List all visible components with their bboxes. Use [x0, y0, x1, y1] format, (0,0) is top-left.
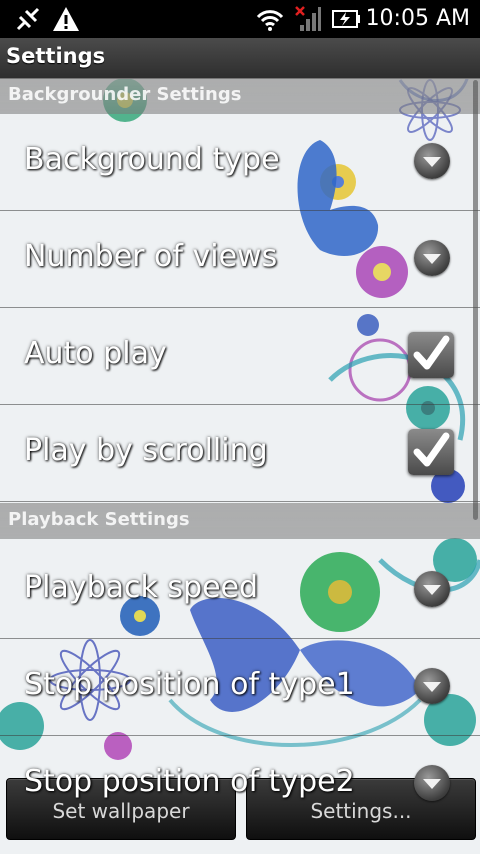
- checkmark-icon: [413, 335, 450, 370]
- setting-label: Stop position of type2: [24, 764, 355, 799]
- setting-number-of-views[interactable]: Number of views: [0, 211, 480, 308]
- scrollbar[interactable]: [473, 80, 478, 520]
- setting-auto-play[interactable]: Auto play: [0, 308, 480, 405]
- dropdown-arrow-icon[interactable]: [414, 765, 450, 801]
- clock: 10:05 AM: [365, 6, 470, 31]
- setting-label: Play by scrolling: [24, 433, 268, 468]
- dropdown-arrow-icon[interactable]: [414, 240, 450, 276]
- setting-label: Stop position of type1: [24, 667, 355, 702]
- wifi-icon: [256, 10, 284, 31]
- no-signal-icon: [295, 6, 321, 31]
- status-bar: 10:05 AM: [0, 0, 480, 38]
- dropdown-arrow-icon[interactable]: [414, 668, 450, 704]
- setting-label: Playback speed: [24, 570, 259, 605]
- dropdown-arrow-icon[interactable]: [414, 143, 450, 179]
- section-header-label: Backgrounder Settings: [8, 84, 242, 105]
- section-header-backgrounder: Backgrounder Settings: [0, 78, 480, 114]
- auto-play-checkbox[interactable]: [408, 332, 454, 378]
- section-header-label: Playback Settings: [8, 509, 190, 530]
- title-bar: Settings: [0, 38, 480, 79]
- setting-stop-position-type2[interactable]: Stop position of type2: [0, 736, 480, 832]
- play-by-scrolling-checkbox[interactable]: [408, 429, 454, 475]
- warning-icon: [53, 7, 79, 31]
- dropdown-arrow-icon[interactable]: [414, 571, 450, 607]
- setting-background-type[interactable]: Background type: [0, 114, 480, 211]
- setting-play-by-scrolling[interactable]: Play by scrolling: [0, 405, 480, 502]
- setting-stop-position-type1[interactable]: Stop position of type1: [0, 639, 480, 736]
- checkmark-icon: [413, 432, 450, 467]
- setting-label: Auto play: [24, 336, 167, 371]
- setting-label: Number of views: [24, 239, 278, 274]
- usb-debug-icon: [16, 7, 40, 31]
- setting-playback-speed[interactable]: Playback speed: [0, 542, 480, 639]
- battery-charging-icon: [332, 10, 360, 28]
- section-header-playback: Playback Settings: [0, 503, 480, 539]
- page-title: Settings: [6, 44, 106, 68]
- setting-label: Background type: [24, 142, 280, 177]
